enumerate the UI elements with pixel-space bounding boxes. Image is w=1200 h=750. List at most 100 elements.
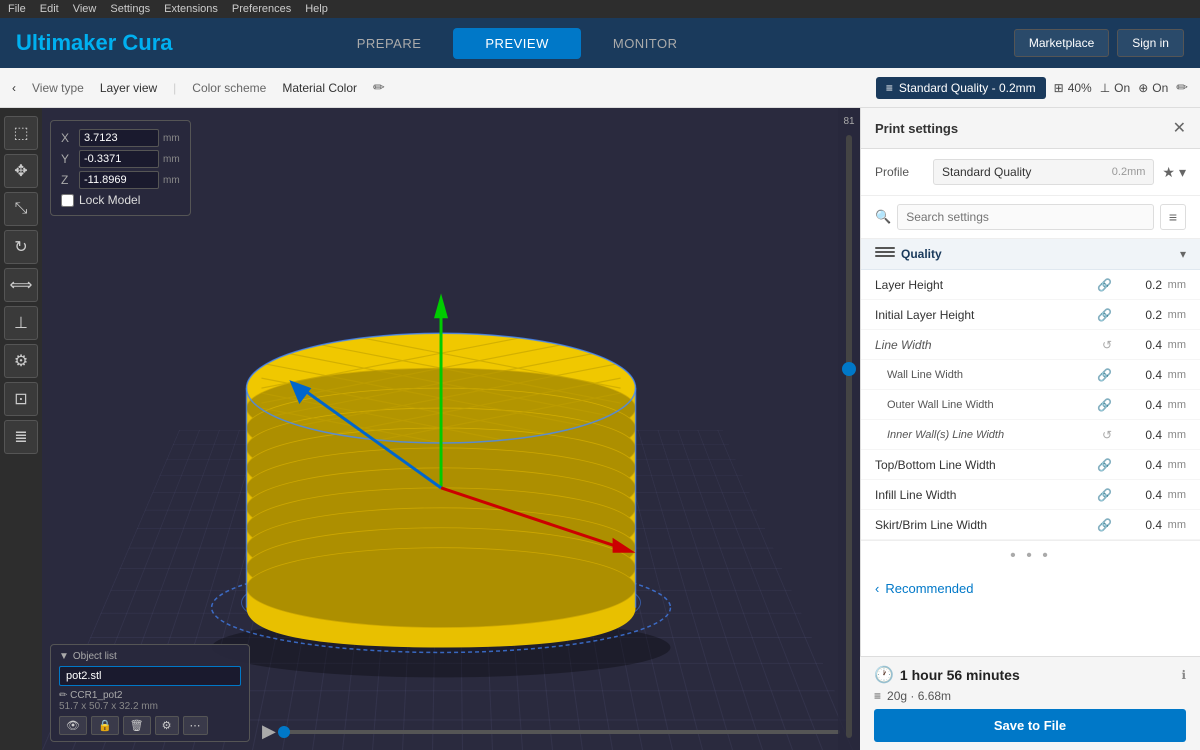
lock-row: Lock Model [61, 193, 180, 207]
tab-monitor[interactable]: MONITOR [581, 28, 710, 59]
setting-name: Top/Bottom Line Width [875, 458, 1097, 472]
estimation-time: 1 hour 56 minutes [900, 667, 1176, 683]
menu-extensions[interactable]: Extensions [164, 3, 218, 15]
signin-button[interactable]: Sign in [1117, 29, 1184, 57]
info-icon[interactable]: ℹ [1181, 668, 1186, 682]
setting-reset-icon[interactable]: ↺ [1102, 428, 1112, 442]
coordinates-panel: X mm Y mm Z mm Lock Model [50, 120, 191, 216]
setting-name: Infill Line Width [875, 488, 1097, 502]
play-button[interactable]: ▶ [262, 721, 276, 742]
custom-support-button[interactable]: ≣ [4, 420, 38, 454]
support-tool-button[interactable]: ⊥ [4, 306, 38, 340]
rotate-tool-button[interactable]: ↻ [4, 230, 38, 264]
viewbar-back-button[interactable]: ‹ [12, 81, 16, 95]
view-bar: ‹ View type Layer view | Color scheme Ma… [0, 68, 1200, 108]
recommended-label: Recommended [885, 581, 973, 596]
setting-unit: mm [1162, 429, 1186, 441]
y-input[interactable] [79, 150, 159, 168]
save-to-file-button[interactable]: Save to File [874, 709, 1186, 742]
tab-prepare[interactable]: PREPARE [325, 28, 454, 59]
setting-link-icon[interactable]: 🔗 [1097, 398, 1112, 412]
menu-settings[interactable]: Settings [110, 3, 150, 15]
marketplace-button[interactable]: Marketplace [1014, 29, 1109, 57]
setting-name: Inner Wall(s) Line Width [875, 429, 1102, 441]
object-visible-button[interactable]: 👁 [59, 716, 87, 735]
object-filename-input[interactable] [59, 666, 241, 686]
setting-value[interactable]: 0.4 [1118, 338, 1162, 352]
setting-row: Top/Bottom Line Width🔗0.4mm [861, 450, 1200, 480]
viewbar-separator: | [173, 81, 176, 95]
menu-edit[interactable]: Edit [40, 3, 59, 15]
object-list-collapse-icon[interactable]: ▼ [59, 651, 69, 662]
object-settings-button[interactable]: ⚙ [155, 716, 179, 735]
setting-value[interactable]: 0.4 [1118, 428, 1162, 442]
select-tool-button[interactable]: ⬚ [4, 116, 38, 150]
profile-dropdown-button[interactable]: ▾ [1179, 164, 1186, 181]
menu-help[interactable]: Help [305, 3, 328, 15]
menu-bar: File Edit View Settings Extensions Prefe… [0, 0, 1200, 18]
mirror-tool-button[interactable]: ⟺ [4, 268, 38, 302]
per-model-settings-button[interactable]: ⚙ [4, 344, 38, 378]
seam-tool-button[interactable]: ⊡ [4, 382, 38, 416]
timeline-track[interactable] [284, 730, 840, 734]
quality-badge-label: Standard Quality - 0.2mm [899, 81, 1036, 95]
setting-value[interactable]: 0.4 [1118, 518, 1162, 532]
setting-link-icon[interactable]: 🔗 [1097, 458, 1112, 472]
edit-viewbar-button[interactable]: ✏ [373, 79, 385, 96]
scale-tool-button[interactable]: ⤡ [4, 192, 38, 226]
material-value: 20g · 6.68m [887, 689, 951, 703]
x-coord-row: X mm [61, 129, 180, 147]
profile-select[interactable]: Standard Quality 0.2mm [933, 159, 1154, 185]
close-settings-button[interactable]: ✕ [1173, 118, 1186, 138]
setting-value[interactable]: 0.2 [1118, 308, 1162, 322]
setting-value[interactable]: 0.4 [1118, 458, 1162, 472]
object-list-title-text: Object list [73, 651, 117, 662]
lock-model-checkbox[interactable] [61, 194, 74, 207]
slider-track[interactable] [846, 135, 852, 738]
edit-settings-button[interactable]: ✏ [1176, 79, 1188, 96]
setting-link-icon[interactable]: 🔗 [1097, 518, 1112, 532]
setting-value[interactable]: 0.4 [1118, 488, 1162, 502]
object-tools: 👁 🔒 🗑 ⚙ ⋯ [59, 716, 241, 735]
color-scheme-value: Material Color [282, 81, 357, 95]
search-input[interactable] [897, 204, 1154, 230]
menu-file[interactable]: File [8, 3, 26, 15]
object-delete-button[interactable]: 🗑 [123, 716, 151, 735]
setting-unit: mm [1162, 309, 1186, 321]
object-lock-button[interactable]: 🔒 [91, 716, 119, 735]
timeline-bar: ▶ [262, 721, 840, 742]
move-tool-button[interactable]: ✥ [4, 154, 38, 188]
z-input[interactable] [79, 171, 159, 189]
object-more-button[interactable]: ⋯ [183, 716, 208, 735]
recommended-button[interactable]: ‹ Recommended [861, 571, 1200, 606]
x-input[interactable] [79, 129, 159, 147]
setting-name: Initial Layer Height [875, 308, 1097, 322]
setting-unit: mm [1162, 519, 1186, 531]
profile-select-value: Standard Quality [942, 165, 1031, 179]
pencil-icon: ✏ [59, 690, 70, 701]
setting-link-icon[interactable]: 🔗 [1097, 368, 1112, 382]
setting-value[interactable]: 0.4 [1118, 368, 1162, 382]
quality-section-title: Quality [901, 247, 1180, 261]
viewport[interactable]: X mm Y mm Z mm Lock Model ▼ [42, 108, 860, 750]
setting-value[interactable]: 0.2 [1118, 278, 1162, 292]
setting-value[interactable]: 0.4 [1118, 398, 1162, 412]
menu-view[interactable]: View [73, 3, 97, 15]
menu-preferences[interactable]: Preferences [232, 3, 291, 15]
logo-ultimaker: Ultimaker [16, 30, 116, 55]
tab-preview[interactable]: PREVIEW [453, 28, 580, 59]
setting-link-icon[interactable]: 🔗 [1097, 308, 1112, 322]
profile-star-button[interactable]: ★ [1162, 164, 1175, 181]
y-unit: mm [163, 154, 180, 165]
setting-row: Outer Wall Line Width🔗0.4mm [861, 390, 1200, 420]
setting-link-icon[interactable]: 🔗 [1097, 278, 1112, 292]
slider-thumb[interactable] [842, 362, 856, 376]
setting-link-icon[interactable]: 🔗 [1097, 488, 1112, 502]
view-type-label: View type [32, 81, 84, 95]
filter-button[interactable]: ≡ [1160, 204, 1186, 230]
setting-reset-icon[interactable]: ↺ [1102, 338, 1112, 352]
support-control: ⊥ On [1100, 81, 1130, 95]
timeline-thumb[interactable] [278, 726, 290, 738]
layer-slider[interactable]: 81 [838, 108, 860, 750]
quality-section-header[interactable]: Quality ▾ [861, 239, 1200, 270]
